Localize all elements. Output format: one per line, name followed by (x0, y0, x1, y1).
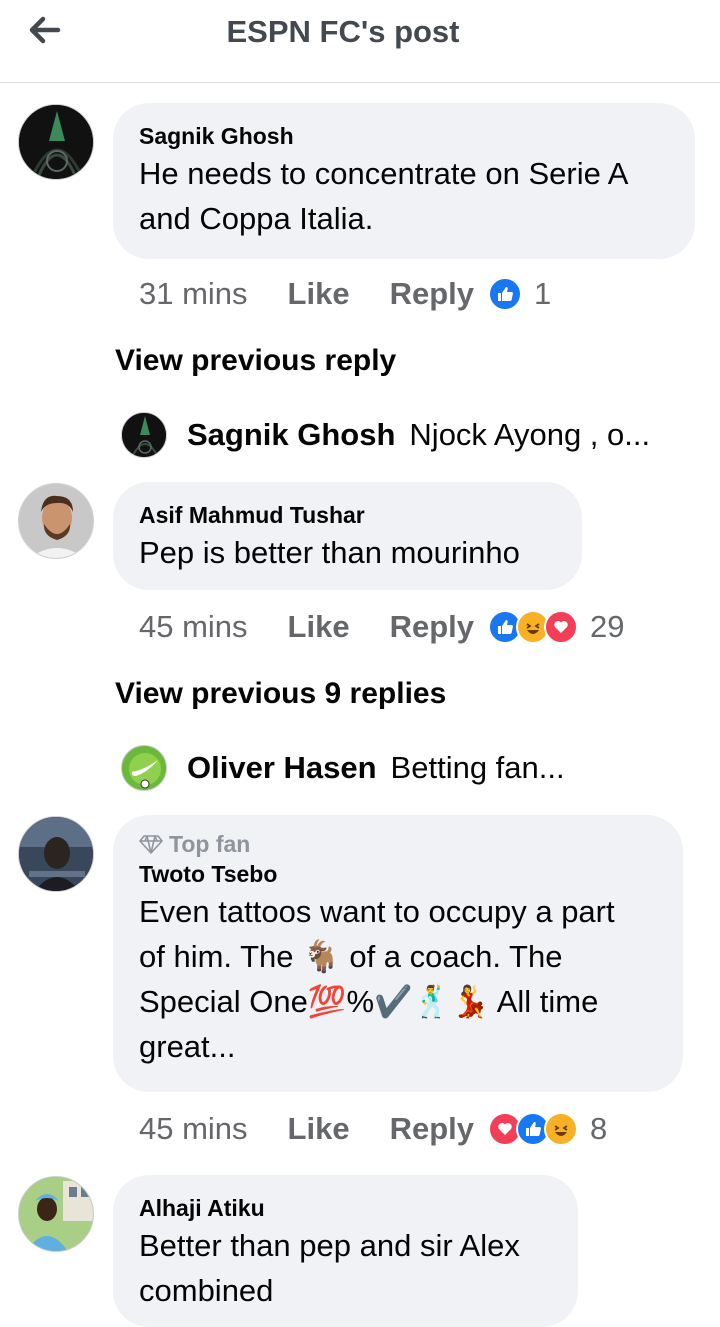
avatar-image (122, 746, 166, 790)
avatar-image (19, 817, 93, 891)
comment-time[interactable]: 31 mins (139, 276, 248, 312)
avatar-image (19, 484, 93, 558)
reply-author[interactable]: Sagnik Ghosh (187, 417, 395, 453)
top-fan-badge: Top fan (139, 829, 659, 859)
diamond-icon (139, 835, 163, 854)
reactions[interactable] (488, 277, 522, 311)
comment-text-line: Better than pep and sir Alex (139, 1228, 520, 1263)
comment-bubble[interactable]: Sagnik Ghosh He needs to concentrate on … (113, 103, 695, 259)
comment-text-line: combined (139, 1273, 274, 1308)
haha-reaction-icon (544, 1112, 578, 1146)
avatar-image (122, 413, 166, 457)
reply-button[interactable]: Reply (390, 276, 474, 312)
comment-text-line: great... (139, 1029, 236, 1064)
reply-author[interactable]: Oliver Hasen (187, 750, 377, 786)
comment-time[interactable]: 45 mins (139, 1111, 248, 1147)
avatar[interactable] (18, 104, 94, 180)
avatar-image (19, 105, 93, 179)
reply-snippet: Njock Ayong , o... (409, 417, 651, 452)
page-title: ESPN FC's post (226, 14, 460, 49)
like-button[interactable]: Like (288, 276, 350, 312)
comment-bubble[interactable]: Top fan Twoto Tsebo Even tattoos want to… (113, 815, 683, 1092)
comment-author[interactable]: Twoto Tsebo (139, 859, 659, 889)
comment-text-line: Special One💯%✔️🕺💃 All time (139, 984, 599, 1019)
comment-text-line: of him. The 🐐 of a coach. The (139, 939, 563, 974)
comment-bubble[interactable]: Alhaji Atiku Better than pep and sir Ale… (113, 1175, 578, 1327)
reactions[interactable] (488, 610, 578, 644)
top-bar: ESPN FC's post (0, 0, 720, 83)
avatar[interactable] (18, 483, 94, 559)
reply-preview[interactable]: Oliver Hasen Betting fan... (121, 744, 565, 792)
comment-author[interactable]: Alhaji Atiku (139, 1193, 554, 1223)
avatar-image (19, 1177, 93, 1251)
top-fan-label: Top fan (169, 831, 251, 857)
avatar[interactable] (121, 412, 167, 458)
comment-text-line: Pep is better than mourinho (139, 535, 520, 570)
love-reaction-icon (544, 610, 578, 644)
reply-snippet: Betting fan... (390, 750, 565, 785)
avatar[interactable] (121, 745, 167, 791)
comment-author[interactable]: Sagnik Ghosh (139, 121, 671, 151)
reaction-count[interactable]: 29 (590, 609, 624, 645)
reactions[interactable] (488, 1112, 578, 1146)
like-reaction-icon (488, 277, 522, 311)
comment-bubble[interactable]: Asif Mahmud Tushar Pep is better than mo… (113, 482, 582, 590)
reply-preview[interactable]: Sagnik Ghosh Njock Ayong , o... (121, 411, 650, 459)
reply-button[interactable]: Reply (390, 609, 474, 645)
avatar[interactable] (18, 1176, 94, 1252)
reaction-count[interactable]: 1 (534, 276, 551, 312)
view-previous-replies[interactable]: View previous reply (115, 344, 396, 378)
avatar[interactable] (18, 816, 94, 892)
comment-text-line: Even tattoos want to occupy a part (139, 894, 615, 929)
view-previous-replies[interactable]: View previous 9 replies (115, 677, 446, 711)
comment-author[interactable]: Asif Mahmud Tushar (139, 500, 558, 530)
comment-meta: 31 mins Like Reply 1 (139, 273, 551, 315)
like-button[interactable]: Like (288, 1111, 350, 1147)
comment-meta: 45 mins Like Reply 8 (139, 1108, 607, 1150)
comment-meta: 45 mins Like Reply 29 (139, 606, 624, 648)
reply-button[interactable]: Reply (390, 1111, 474, 1147)
comment-text-line: and Coppa Italia. (139, 201, 374, 236)
comment-time[interactable]: 45 mins (139, 609, 248, 645)
comment-text-line: He needs to concentrate on Serie A (139, 156, 629, 191)
reaction-count[interactable]: 8 (590, 1111, 607, 1147)
like-button[interactable]: Like (288, 609, 350, 645)
